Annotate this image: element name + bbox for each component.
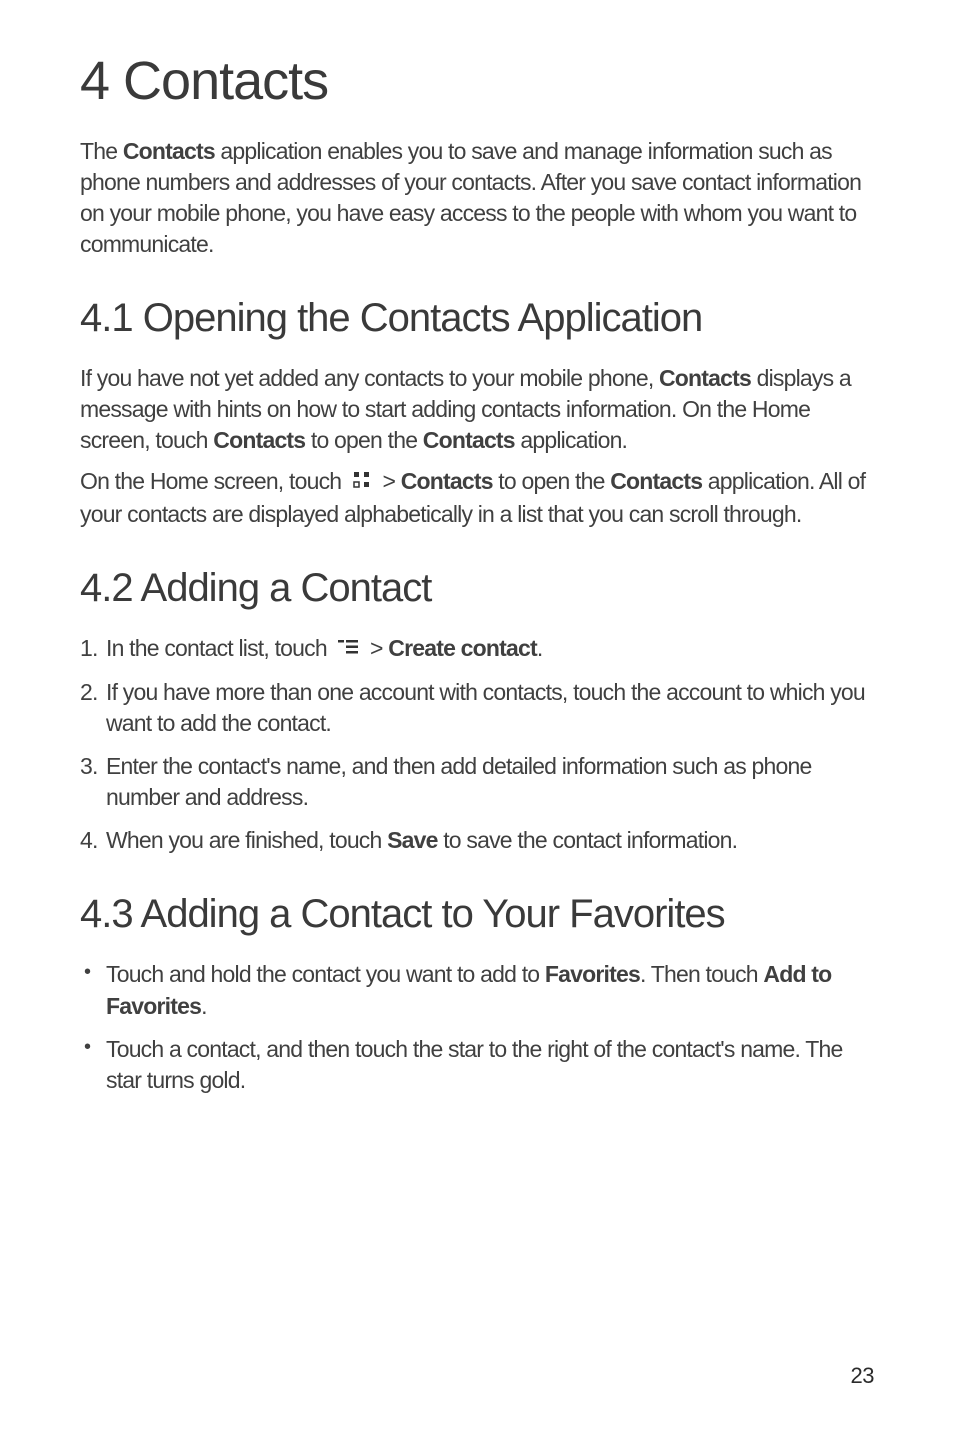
text: > xyxy=(382,468,400,494)
section-4-3-bullets: Touch and hold the contact you want to a… xyxy=(80,959,874,1095)
section-4-1-title: 4.1 Opening the Contacts Application xyxy=(80,296,874,341)
page-number: 23 xyxy=(851,1363,874,1389)
bullet-1: Touch and hold the contact you want to a… xyxy=(80,959,874,1021)
text: . Then touch xyxy=(640,961,763,987)
text: On the Home screen, touch xyxy=(80,468,347,494)
menu-icon xyxy=(338,632,358,663)
section-4-1-para-1: If you have not yet added any contacts t… xyxy=(80,363,874,456)
intro-paragraph: The Contacts application enables you to … xyxy=(80,136,874,260)
bold-favorites: Favorites xyxy=(545,961,640,987)
bold-save: Save xyxy=(387,827,438,853)
step-3: Enter the contact's name, and then add d… xyxy=(80,751,874,813)
bold-contacts: Contacts xyxy=(610,468,702,494)
section-4-2-steps: In the contact list, touch > Create cont… xyxy=(80,633,874,857)
text: to save the contact information. xyxy=(438,827,738,853)
bold-contacts: Contacts xyxy=(423,427,515,453)
section-4-3-title: 4.3 Adding a Contact to Your Favorites xyxy=(80,892,874,937)
text: application. xyxy=(515,427,627,453)
step-1: In the contact list, touch > Create cont… xyxy=(80,633,874,665)
text: When you are finished, touch xyxy=(106,827,387,853)
text: . xyxy=(537,635,543,661)
bold-create-contact: Create contact xyxy=(388,635,537,661)
text: Touch and hold the contact you want to a… xyxy=(106,961,545,987)
text: If you have not yet added any contacts t… xyxy=(80,365,659,391)
bullet-2: Touch a contact, and then touch the star… xyxy=(80,1034,874,1096)
step-2: If you have more than one account with c… xyxy=(80,677,874,739)
text: The xyxy=(80,138,123,164)
text: . xyxy=(201,993,207,1019)
text: to open the xyxy=(305,427,422,453)
bold-contacts: Contacts xyxy=(659,365,751,391)
bold-contacts: Contacts xyxy=(401,468,493,494)
text: > xyxy=(370,635,388,661)
apps-grid-icon xyxy=(353,466,371,497)
text: In the contact list, touch xyxy=(106,635,332,661)
section-4-2-title: 4.2 Adding a Contact xyxy=(80,566,874,611)
text: to open the xyxy=(493,468,610,494)
chapter-title: 4 Contacts xyxy=(80,50,874,112)
section-4-1-para-2: On the Home screen, touch > Contacts to … xyxy=(80,466,874,529)
bold-contacts: Contacts xyxy=(123,138,215,164)
bold-contacts: Contacts xyxy=(213,427,305,453)
step-4: When you are finished, touch Save to sav… xyxy=(80,825,874,856)
